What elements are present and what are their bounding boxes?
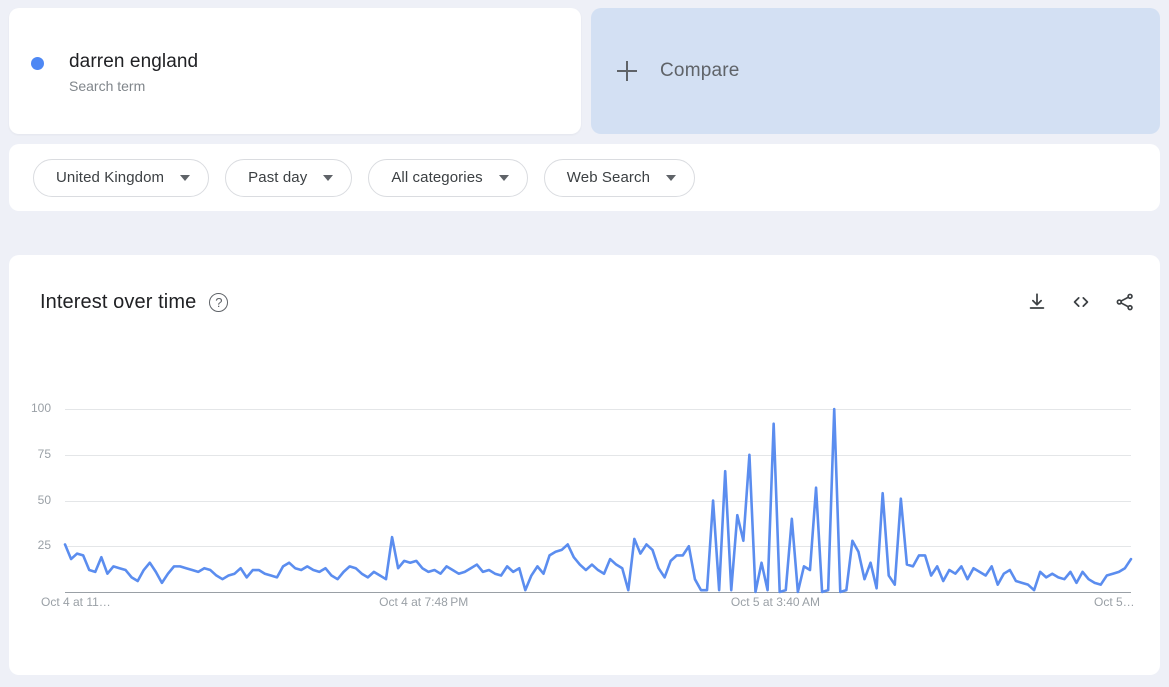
- compare-card[interactable]: Compare: [591, 8, 1160, 134]
- plus-icon: [617, 61, 637, 81]
- interest-over-time-chart[interactable]: 255075100Oct 4 at 11…Oct 4 at 7:48 PMOct…: [9, 255, 1160, 675]
- category-filter[interactable]: All categories: [368, 159, 527, 197]
- filters-bar: United Kingdom Past day All categories W…: [9, 144, 1160, 211]
- search-term-name: darren england: [69, 50, 198, 73]
- location-filter-label: United Kingdom: [56, 169, 164, 186]
- search-term-card[interactable]: darren england Search term: [9, 8, 581, 134]
- location-filter[interactable]: United Kingdom: [33, 159, 209, 197]
- search-type-filter-label: Web Search: [567, 169, 650, 186]
- trend-line: [9, 255, 1160, 675]
- search-term-type: Search term: [69, 76, 198, 96]
- search-term-texts: darren england Search term: [69, 50, 198, 96]
- chevron-down-icon: [180, 175, 190, 181]
- search-type-filter[interactable]: Web Search: [544, 159, 695, 197]
- google-trends-page: darren england Search term Compare Unite…: [0, 0, 1169, 687]
- time-range-filter-label: Past day: [248, 169, 307, 186]
- chevron-down-icon: [666, 175, 676, 181]
- chevron-down-icon: [499, 175, 509, 181]
- category-filter-label: All categories: [391, 169, 482, 186]
- time-range-filter[interactable]: Past day: [225, 159, 352, 197]
- compare-label: Compare: [660, 60, 740, 82]
- interest-over-time-card: Interest over time ?: [9, 255, 1160, 675]
- search-terms-row: darren england Search term Compare: [0, 0, 1169, 142]
- compare-content: Compare: [617, 60, 740, 82]
- series-color-dot: [31, 57, 44, 70]
- search-term-content: darren england Search term: [31, 50, 198, 96]
- chevron-down-icon: [323, 175, 333, 181]
